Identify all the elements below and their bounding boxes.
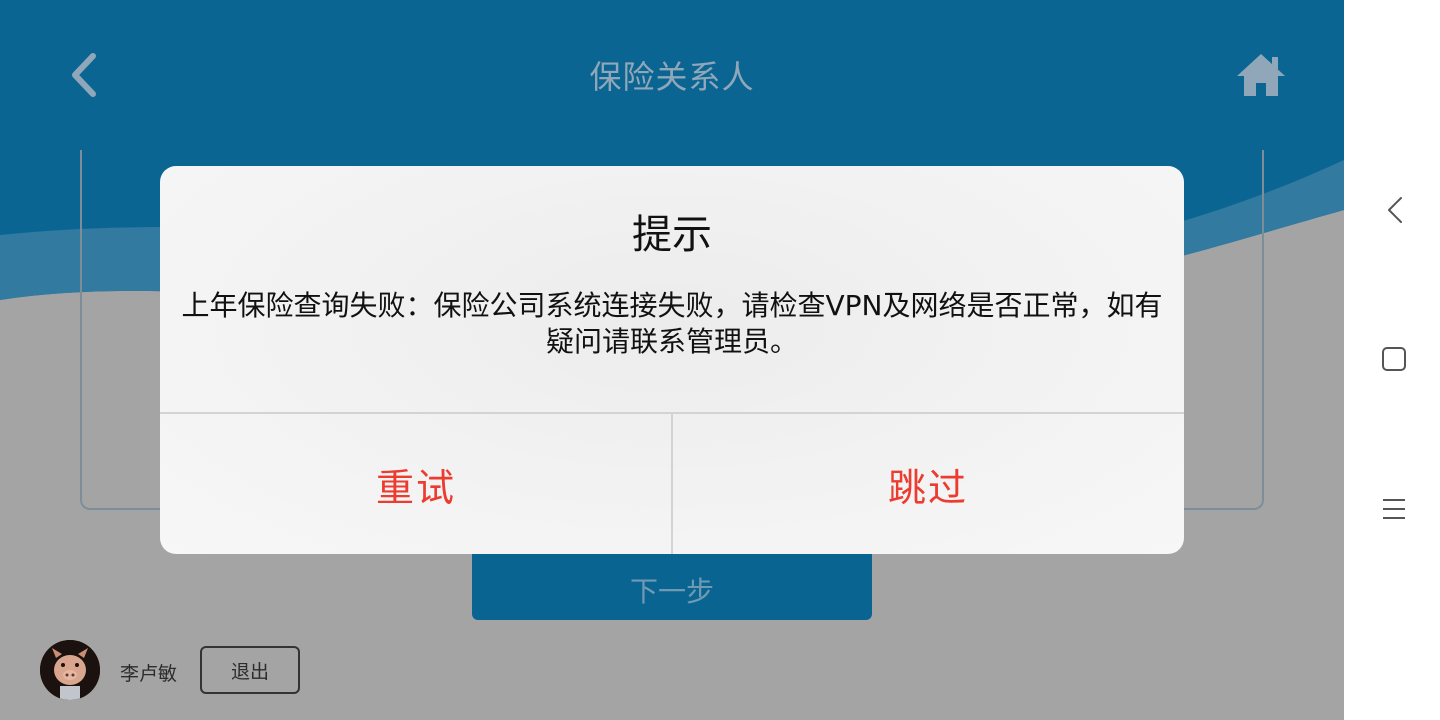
system-navigation-bar: [1344, 0, 1440, 720]
alert-dialog: 提示 上年保险查询失败：保险公司系统连接失败，请检查VPN及网络是否正常，如有疑…: [160, 166, 1184, 554]
dialog-title: 提示: [632, 212, 712, 258]
header-bar: 保险关系人: [0, 0, 1344, 150]
pig-avatar-icon: [40, 640, 100, 700]
home-button[interactable]: [1232, 48, 1290, 102]
user-name: 李卢敏: [120, 663, 178, 685]
skip-button[interactable]: 跳过: [672, 414, 1184, 554]
triangle-back-icon: [1388, 197, 1402, 223]
retry-button[interactable]: 重试: [160, 414, 672, 554]
avatar[interactable]: [40, 640, 100, 700]
system-home-button[interactable]: [1378, 342, 1410, 376]
page-title: 保险关系人: [589, 58, 755, 96]
dialog-message: 上年保险查询失败：保险公司系统连接失败，请检查VPN及网络是否正常，如有疑问请联…: [181, 289, 1163, 358]
system-back-button[interactable]: [1380, 190, 1410, 230]
system-menu-button[interactable]: [1378, 492, 1410, 526]
logout-button[interactable]: 退出: [200, 646, 300, 694]
square-home-icon: [1382, 347, 1406, 371]
home-icon: [1237, 54, 1285, 96]
menu-icon: [1383, 499, 1405, 519]
